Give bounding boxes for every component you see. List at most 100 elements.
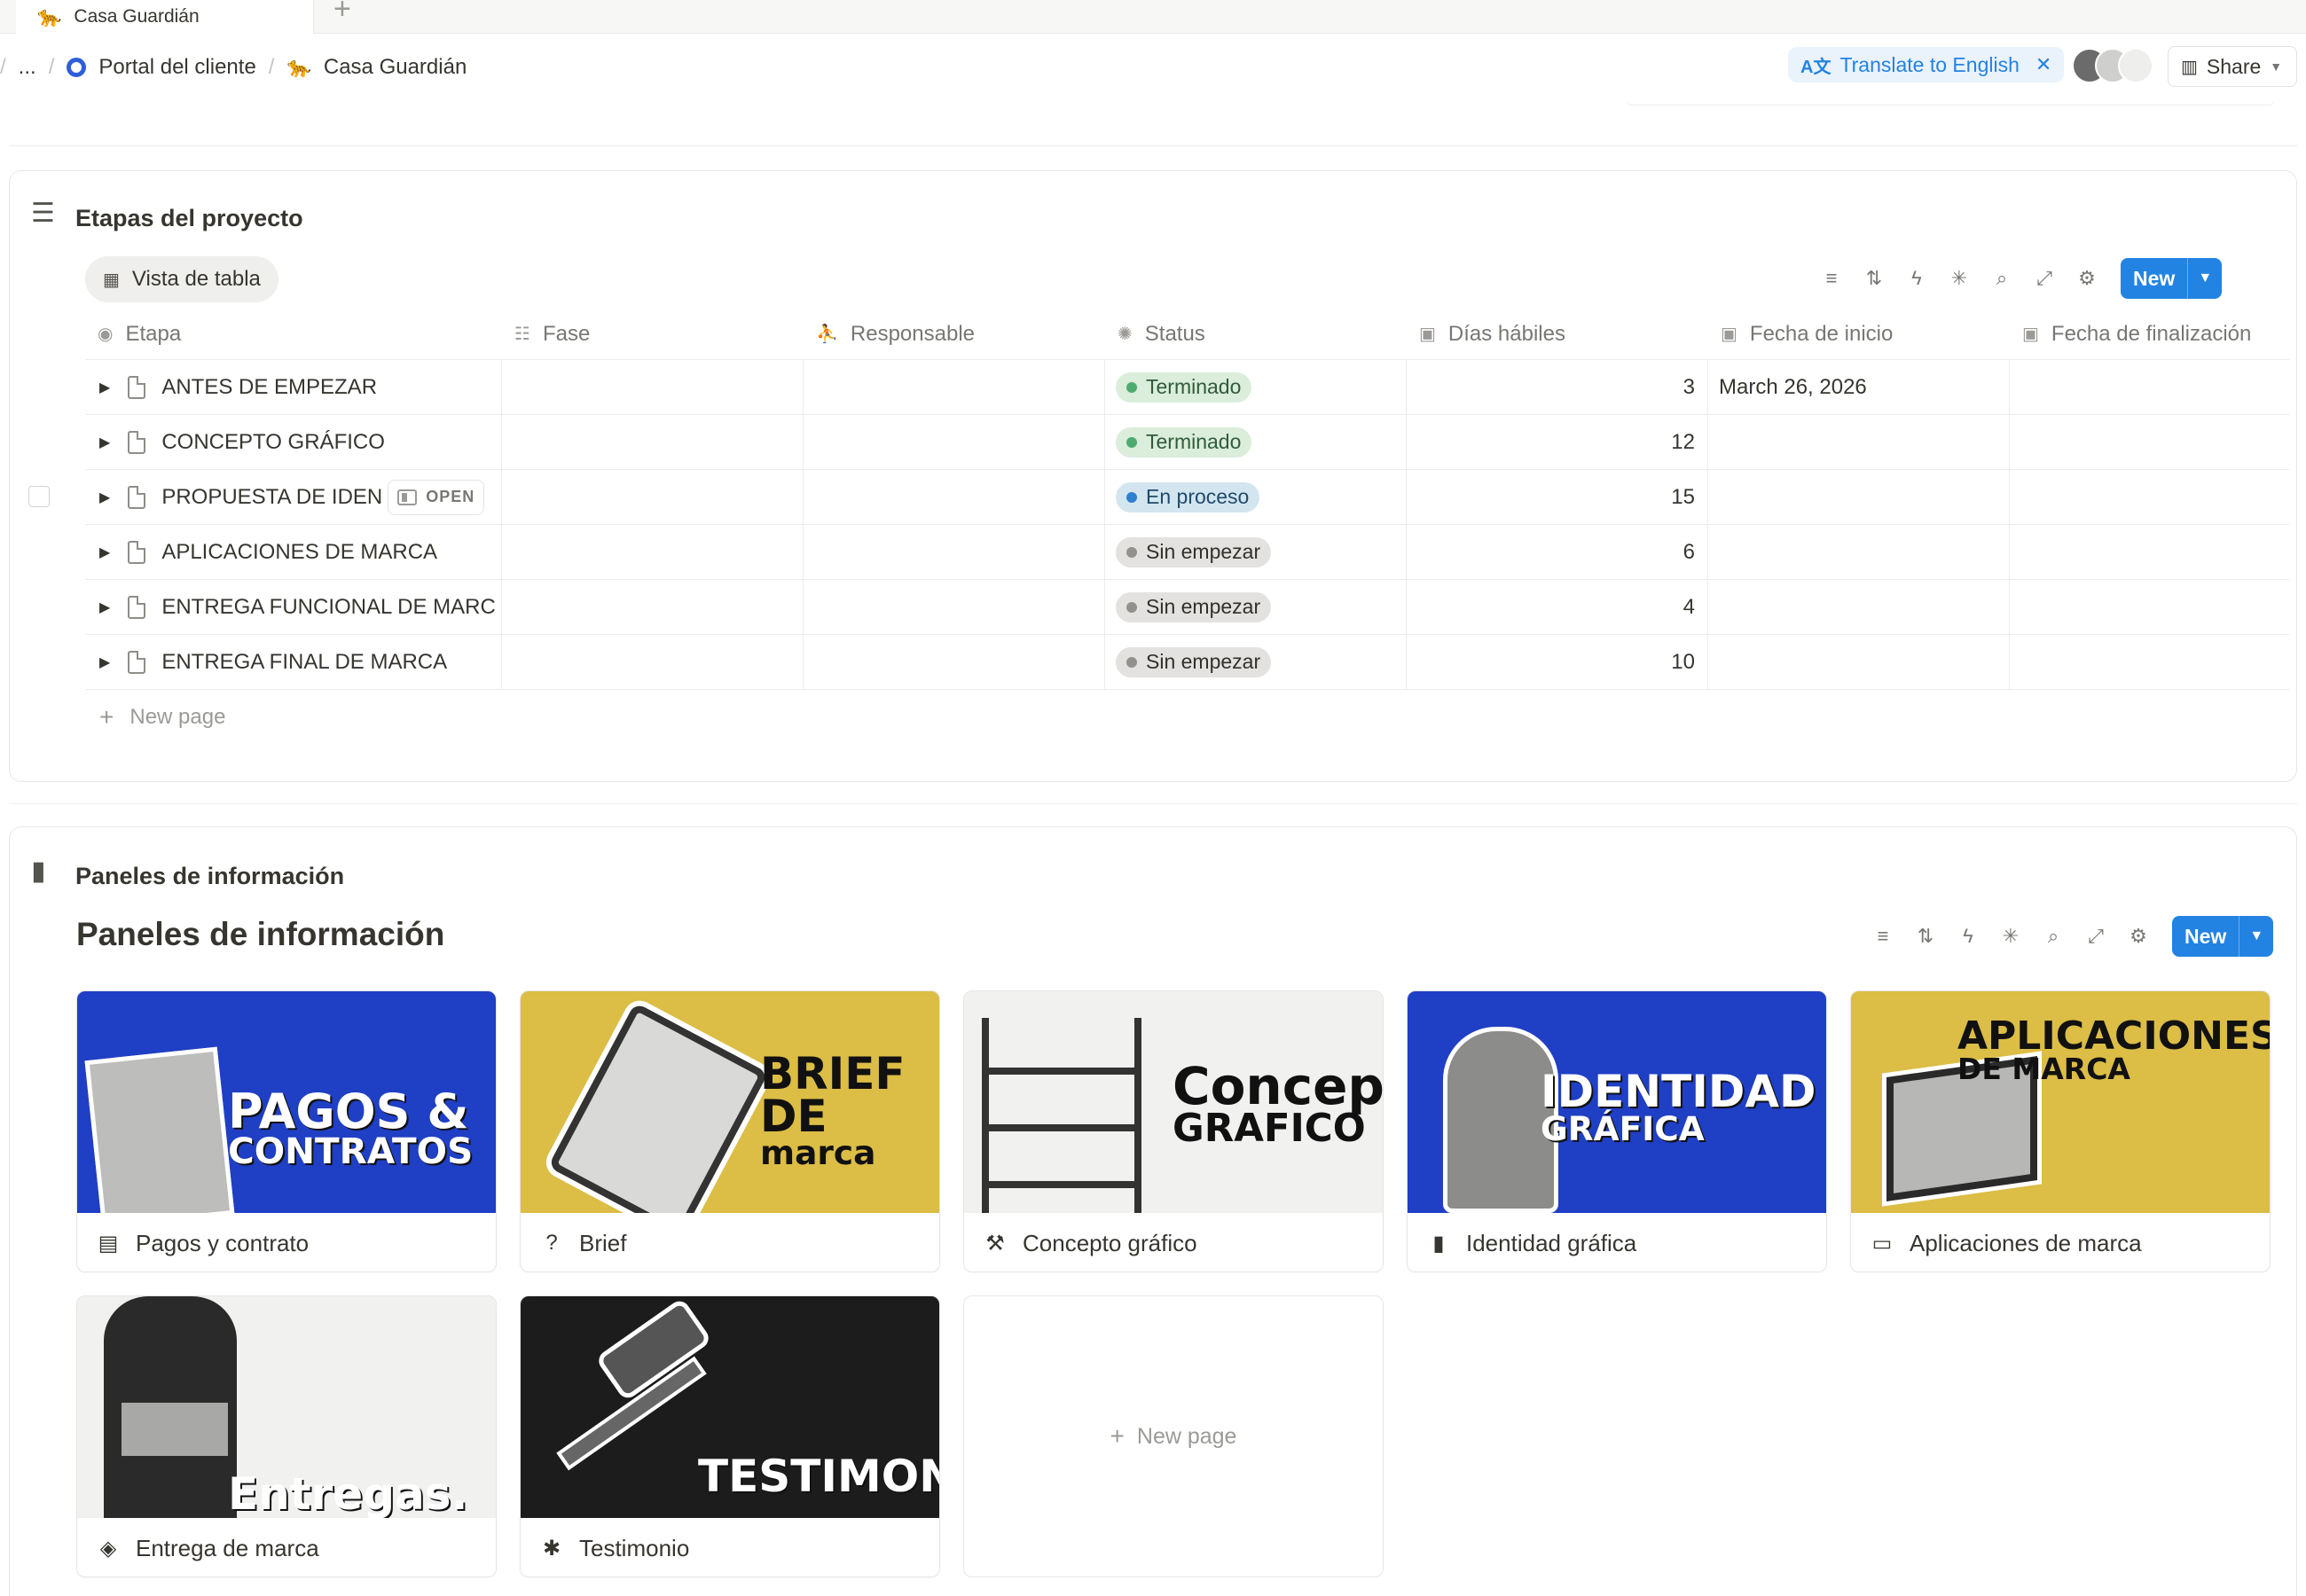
cell-dias[interactable]: 6 — [1407, 525, 1708, 579]
cell-status[interactable]: Terminado — [1105, 360, 1407, 414]
cell-responsable[interactable] — [804, 580, 1105, 634]
cell-dias[interactable]: 4 — [1407, 580, 1708, 634]
cell-fecha-inicio[interactable] — [1708, 525, 2010, 579]
cell-fecha-fin[interactable] — [2010, 525, 2289, 579]
stage-name[interactable]: ENTREGA FUNCIONAL DE MARC — [161, 595, 496, 620]
card-label[interactable]: Concepto gráfico — [1023, 1230, 1197, 1257]
card-label[interactable]: Pagos y contrato — [136, 1230, 309, 1257]
cell-fase[interactable] — [502, 415, 804, 469]
expand-icon[interactable]: ⤢ — [2075, 925, 2117, 948]
close-icon[interactable]: ✕ — [2035, 53, 2051, 76]
cell-fecha-inicio[interactable] — [1708, 580, 2010, 634]
new-tab-button[interactable]: + — [333, 0, 351, 27]
toggle-triangle-icon[interactable]: ▶ — [99, 379, 110, 396]
cell-etapa[interactable]: ▶ ENTREGA FUNCIONAL DE MARC — [85, 580, 502, 634]
cell-dias[interactable]: 15 — [1407, 470, 1708, 524]
gallery-card[interactable]: Entregas. ◈ Entrega de marca — [76, 1295, 497, 1577]
cell-dias[interactable]: 3 — [1407, 360, 1708, 414]
new-button-label[interactable]: New — [2121, 258, 2189, 299]
toggle-triangle-icon[interactable]: ▶ — [99, 489, 110, 506]
expand-icon[interactable]: ⤢ — [2023, 267, 2066, 290]
column-header-fase[interactable]: ☷ Fase — [502, 309, 804, 359]
new-button[interactable]: New ▼ — [2172, 916, 2274, 957]
ai-sparkle-icon[interactable]: ✳ — [1938, 267, 1980, 290]
cell-responsable[interactable] — [804, 415, 1105, 469]
sort-icon[interactable]: ⇅ — [1853, 267, 1895, 290]
column-header-dias[interactable]: ▣ Días hábiles — [1407, 309, 1708, 359]
cell-fecha-fin[interactable] — [2010, 360, 2289, 414]
cell-etapa[interactable]: ▶ CONCEPTO GRÁFICO — [85, 415, 502, 469]
translate-label[interactable]: Translate to English — [1839, 53, 2019, 77]
card-label[interactable]: Brief — [579, 1230, 626, 1257]
cell-fecha-fin[interactable] — [2010, 580, 2289, 634]
open-button[interactable]: OPEN — [388, 479, 485, 515]
table-row[interactable]: ▶ ANTES DE EMPEZAR Terminado 3 March 26, 202… — [85, 360, 2289, 415]
breadcrumb-ellipsis[interactable]: ... — [19, 55, 36, 80]
cell-status[interactable]: Sin empezar — [1105, 525, 1407, 579]
translate-banner[interactable]: A文 Translate to English ✕ — [1788, 47, 2065, 82]
cell-etapa[interactable]: ▶ PROPUESTA DE IDEN OPEN — [85, 470, 502, 524]
cell-fase[interactable] — [502, 470, 804, 524]
gallery-card[interactable]: BRIEF DE marca? Brief — [520, 990, 940, 1272]
row-checkbox[interactable] — [28, 486, 50, 507]
search-icon[interactable]: ⌕ — [1980, 267, 2023, 290]
toggle-triangle-icon[interactable]: ▶ — [99, 653, 110, 671]
table-row[interactable]: ▶ ENTREGA FUNCIONAL DE MARC Sin empezar 4 — [85, 580, 2289, 635]
cell-responsable[interactable] — [804, 360, 1105, 414]
card-footer[interactable]: ⚒ Concepto gráfico — [964, 1213, 1383, 1271]
column-header-fecha-inicio[interactable]: ▣ Fecha de inicio — [1708, 309, 2010, 359]
gallery-card[interactable]: IDENTIDAD GRÁFICA ▮ Identidad gráfica — [1407, 990, 1827, 1272]
stage-name[interactable]: PROPUESTA DE IDEN — [161, 485, 382, 510]
card-footer[interactable]: ? Brief — [521, 1213, 939, 1271]
toggle-triangle-icon[interactable]: ▶ — [99, 544, 110, 561]
column-header-fecha-fin[interactable]: ▣ Fecha de finalización — [2010, 309, 2289, 359]
breadcrumb-page[interactable]: Casa Guardián — [324, 55, 467, 80]
card-label[interactable]: Aplicaciones de marca — [1910, 1230, 2142, 1257]
settings-icon[interactable]: ⚙ — [2066, 267, 2108, 290]
stage-name[interactable]: ANTES DE EMPEZAR — [161, 375, 377, 400]
cell-fase[interactable] — [502, 360, 804, 414]
search-icon[interactable]: ⌕ — [2032, 925, 2075, 948]
cell-fecha-fin[interactable] — [2010, 470, 2289, 524]
tab-casa-guardian[interactable]: 🐆 Casa Guardián — [16, 0, 314, 34]
cell-etapa[interactable]: ▶ ANTES DE EMPEZAR — [85, 360, 502, 414]
cell-fecha-inicio[interactable] — [1708, 470, 2010, 524]
cell-fecha-inicio[interactable] — [1708, 415, 2010, 469]
cell-fecha-fin[interactable] — [2010, 635, 2289, 689]
card-footer[interactable]: ▤ Pagos y contrato — [77, 1213, 496, 1271]
avatar[interactable] — [2118, 48, 2153, 83]
toggle-triangle-icon[interactable]: ▶ — [99, 598, 110, 616]
gallery-card[interactable]: ConceptoGRAFICO ⚒ Concepto gráfico — [963, 990, 1384, 1272]
gallery-card[interactable]: APLICACIONES DE MARCA ▭ Aplicaciones de mar… — [1850, 990, 2271, 1272]
gallery-card[interactable]: PAGOS & CONTRATOS ▤ Pagos y contrato — [76, 990, 497, 1272]
share-button[interactable]: ▥ Share ▼ — [2168, 46, 2297, 87]
cell-responsable[interactable] — [804, 635, 1105, 689]
stage-name[interactable]: ENTREGA FINAL DE MARCA — [161, 650, 447, 675]
cell-fase[interactable] — [502, 580, 804, 634]
cell-dias[interactable]: 12 — [1407, 415, 1708, 469]
card-footer[interactable]: ▭ Aplicaciones de marca — [1851, 1213, 2270, 1271]
cell-fase[interactable] — [502, 635, 804, 689]
card-footer[interactable]: ▮ Identidad gráfica — [1408, 1213, 1826, 1271]
new-page-card[interactable]: + New page — [963, 1295, 1384, 1577]
view-tab-table[interactable]: ▦ Vista de tabla — [85, 256, 278, 302]
stage-name[interactable]: CONCEPTO GRÁFICO — [161, 430, 385, 455]
cell-fecha-fin[interactable] — [2010, 415, 2289, 469]
new-button[interactable]: New ▼ — [2121, 258, 2223, 299]
card-footer[interactable]: ✱ Testimonio — [521, 1518, 939, 1576]
filter-icon[interactable]: ≡ — [1810, 267, 1853, 290]
cell-status[interactable]: Sin empezar — [1105, 580, 1407, 634]
filter-icon[interactable]: ≡ — [1862, 925, 1904, 948]
new-button-label[interactable]: New — [2172, 916, 2240, 957]
cell-etapa[interactable]: ▶ ENTREGA FINAL DE MARCA — [85, 635, 502, 689]
column-header-responsable[interactable]: ⛹ Responsable — [804, 309, 1105, 359]
breadcrumb-portal[interactable]: Portal del cliente — [98, 55, 255, 80]
cell-dias[interactable]: 10 — [1407, 635, 1708, 689]
settings-icon[interactable]: ⚙ — [2117, 925, 2160, 948]
automation-icon[interactable]: ϟ — [1895, 267, 1938, 290]
stage-name[interactable]: APLICACIONES DE MARCA — [161, 540, 437, 565]
gallery-card[interactable]: TESTIMONIO ✱ Testimonio — [520, 1295, 940, 1577]
collaborators[interactable] — [2072, 48, 2153, 83]
card-label[interactable]: Entrega de marca — [136, 1535, 319, 1562]
automation-icon[interactable]: ϟ — [1947, 925, 1989, 948]
